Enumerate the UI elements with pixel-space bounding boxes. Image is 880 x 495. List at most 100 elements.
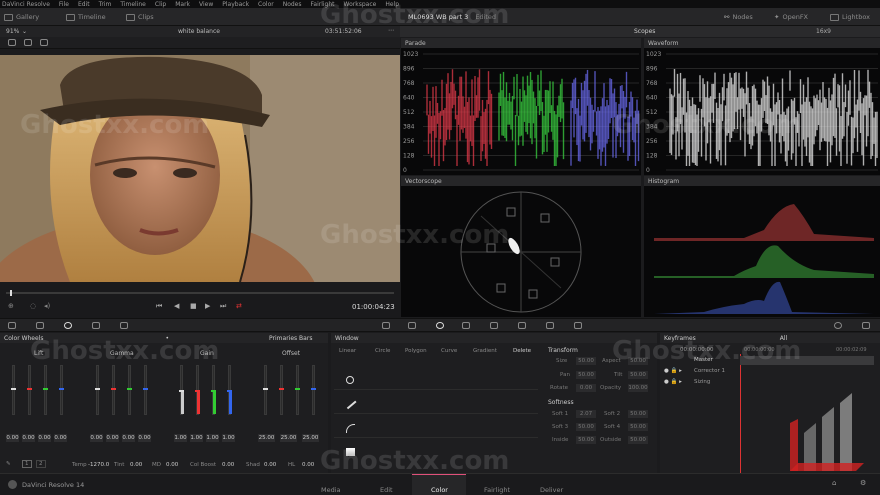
play-icon[interactable]: ▶	[205, 302, 210, 310]
sizing-icon[interactable]	[546, 322, 554, 329]
primary-bar[interactable]	[279, 365, 284, 415]
page-edit[interactable]: Edit	[380, 486, 393, 494]
playhead[interactable]	[10, 290, 12, 296]
home-icon[interactable]: ⌂	[832, 479, 836, 487]
tint-value[interactable]: 0.00	[130, 462, 142, 468]
tilt-value[interactable]: 50.00	[628, 371, 648, 379]
color-match-icon[interactable]	[36, 322, 44, 329]
tracker-icon[interactable]	[462, 322, 470, 329]
gain-r[interactable]: 1.00	[190, 434, 203, 442]
picker-icon[interactable]: ✎	[6, 461, 11, 467]
split-icon[interactable]	[24, 39, 32, 46]
menu-item[interactable]: Clip	[155, 1, 166, 8]
scrubber[interactable]	[6, 292, 394, 294]
highlight-icon[interactable]	[40, 39, 48, 46]
primary-bar[interactable]	[59, 365, 64, 415]
md-value[interactable]: 0.00	[166, 462, 178, 468]
soft1-value[interactable]: 2.07	[576, 410, 596, 418]
qualifier-icon[interactable]	[408, 322, 416, 329]
menu-item[interactable]: Trim	[99, 1, 112, 8]
opacity-value[interactable]: 100.00	[628, 384, 648, 392]
gamma-y[interactable]: 0.00	[90, 434, 103, 442]
page-color[interactable]: Color	[431, 486, 448, 494]
col-boost-value[interactable]: 0.00	[222, 462, 234, 468]
track-sizing[interactable]: Sizing	[694, 379, 710, 385]
skip-start-icon[interactable]: ⏮	[156, 302, 162, 311]
histogram-label[interactable]: Histogram	[644, 176, 880, 186]
mute-icon[interactable]: ◌	[30, 302, 36, 310]
clips-button[interactable]: Clips	[126, 11, 154, 23]
3d-icon[interactable]	[574, 322, 582, 329]
gamma-r[interactable]: 0.00	[106, 434, 119, 442]
menu-item[interactable]: Nodes	[283, 1, 302, 8]
primary-bar[interactable]	[227, 365, 232, 415]
parade-label[interactable]: Parade	[401, 38, 641, 48]
soft3-value[interactable]: 50.00	[576, 423, 596, 431]
color-wheels-icon[interactable]	[64, 322, 72, 329]
primary-bar[interactable]	[143, 365, 148, 415]
primary-bar[interactable]	[111, 365, 116, 415]
timeline-button[interactable]: Timeline	[66, 11, 106, 23]
gamma-g[interactable]: 0.00	[122, 434, 135, 442]
clip-name[interactable]: white balance	[178, 28, 220, 35]
offset-y[interactable]: 25.00	[258, 434, 275, 442]
nodes-button[interactable]: ⚯ Nodes	[724, 11, 753, 23]
menu-item[interactable]: File	[59, 1, 69, 8]
curve-tool[interactable]: Curve	[441, 348, 457, 354]
zoom-level[interactable]: 91%	[6, 28, 19, 35]
lift-r[interactable]: 0.00	[22, 434, 35, 442]
vectorscope-label[interactable]: Vectorscope	[401, 176, 641, 186]
primary-bar[interactable]	[311, 365, 316, 415]
waveform-label[interactable]: Waveform	[644, 38, 880, 48]
primary-bar[interactable]	[195, 365, 200, 415]
openfx-button[interactable]: ✦ OpenFX	[774, 11, 808, 23]
lift-b[interactable]: 0.00	[54, 434, 67, 442]
primary-bar[interactable]	[127, 365, 132, 415]
menu-item[interactable]: DaVinci Resolve	[2, 1, 50, 8]
polygon-tool[interactable]: Polygon	[405, 348, 427, 354]
lift-g[interactable]: 0.00	[38, 434, 51, 442]
track-corrector[interactable]: Corrector 1	[694, 368, 725, 374]
curves-icon[interactable]	[382, 322, 390, 329]
window-row-curve[interactable]	[334, 416, 538, 438]
menu-item[interactable]: Playback	[222, 1, 249, 8]
stop-icon[interactable]: ■	[190, 302, 197, 310]
temp-value[interactable]: -1270.0	[88, 462, 109, 468]
page-fairlight[interactable]: Fairlight	[484, 486, 510, 494]
soft2-value[interactable]: 50.00	[628, 410, 648, 418]
primary-bar[interactable]	[263, 365, 268, 415]
circle-tool[interactable]: Circle	[375, 348, 390, 354]
reverse-icon[interactable]: ◀	[174, 302, 179, 310]
aspect-select[interactable]: 16x9	[816, 28, 831, 35]
menu-item[interactable]: Edit	[78, 1, 90, 8]
primary-bar[interactable]	[295, 365, 300, 415]
gain-y[interactable]: 1.00	[174, 434, 187, 442]
settings-icon[interactable]: ⚙	[860, 479, 866, 487]
menu-item[interactable]: Timeline	[120, 1, 146, 8]
menu-item[interactable]: View	[199, 1, 213, 8]
loop-icon[interactable]: ⇄	[236, 302, 242, 310]
camera-raw-icon[interactable]	[8, 322, 16, 329]
window-row-circle[interactable]	[334, 368, 538, 390]
menu-item[interactable]: Mark	[175, 1, 190, 8]
page-2-button[interactable]: 2	[36, 460, 46, 468]
primary-bar[interactable]	[211, 365, 216, 415]
audio-icon[interactable]	[862, 322, 870, 329]
linear-tool[interactable]: Linear	[339, 348, 356, 354]
primary-bar[interactable]	[95, 365, 100, 415]
shad-value[interactable]: 0.00	[264, 462, 276, 468]
gradient-tool[interactable]: Gradient	[473, 348, 497, 354]
offset-g[interactable]: 25.00	[302, 434, 319, 442]
mode-select[interactable]: Primaries Bars	[269, 335, 312, 342]
delete-button[interactable]: Delete	[513, 348, 531, 354]
hl-value[interactable]: 0.00	[302, 462, 314, 468]
gallery-button[interactable]: Gallery	[4, 11, 39, 23]
blur-icon[interactable]	[490, 322, 498, 329]
viewer-mode-icon[interactable]: ⊕	[8, 302, 14, 310]
page-deliver[interactable]: Deliver	[540, 486, 563, 494]
gamma-b[interactable]: 0.00	[138, 434, 151, 442]
keyframe-playhead[interactable]	[740, 354, 741, 473]
pan-value[interactable]: 50.00	[576, 371, 596, 379]
primary-bar[interactable]	[27, 365, 32, 415]
volume-icon[interactable]: ◂)	[44, 302, 50, 310]
